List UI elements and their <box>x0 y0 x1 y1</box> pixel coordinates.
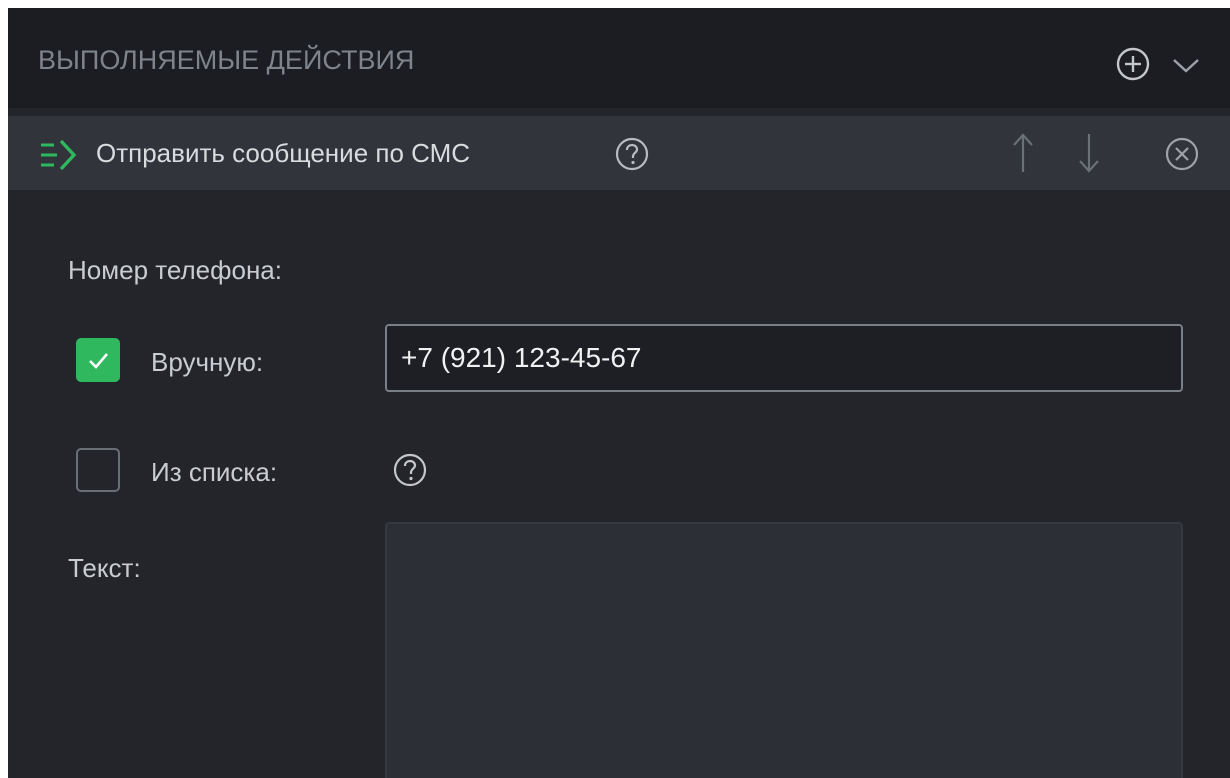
close-circle-icon[interactable] <box>1164 136 1200 172</box>
message-text-area[interactable] <box>385 522 1183 778</box>
manual-label: Вручную: <box>151 347 264 377</box>
help-icon[interactable] <box>614 136 650 172</box>
from-list-checkbox[interactable] <box>76 448 120 492</box>
phone-number-label: Номер телефона: <box>68 255 282 285</box>
arrow-down-icon[interactable] <box>1074 130 1104 176</box>
action-item-header[interactable]: Отправить сообщение по СМС <box>8 116 1230 190</box>
manual-checkbox[interactable] <box>76 338 120 382</box>
plus-circle-icon[interactable] <box>1115 46 1151 82</box>
text-label: Текст: <box>68 553 141 583</box>
chevron-down-icon[interactable] <box>1168 52 1204 78</box>
from-list-label: Из списка: <box>151 457 278 487</box>
section-title: ВЫПОЛНЯЕМЫЕ ДЕЙСТВИЯ <box>38 45 415 75</box>
action-arrow-icon <box>41 139 77 171</box>
checkmark-icon <box>89 353 108 369</box>
section-header: ВЫПОЛНЯЕМЫЕ ДЕЙСТВИЯ <box>8 8 1230 108</box>
question-circle-icon[interactable] <box>392 452 428 488</box>
arrow-up-icon[interactable] <box>1008 130 1038 176</box>
action-title: Отправить сообщение по СМС <box>96 138 471 168</box>
phone-input[interactable] <box>385 324 1183 392</box>
actions-panel: ВЫПОЛНЯЕМЫЕ ДЕЙСТВИЯ Отправить сообщение… <box>8 8 1230 778</box>
